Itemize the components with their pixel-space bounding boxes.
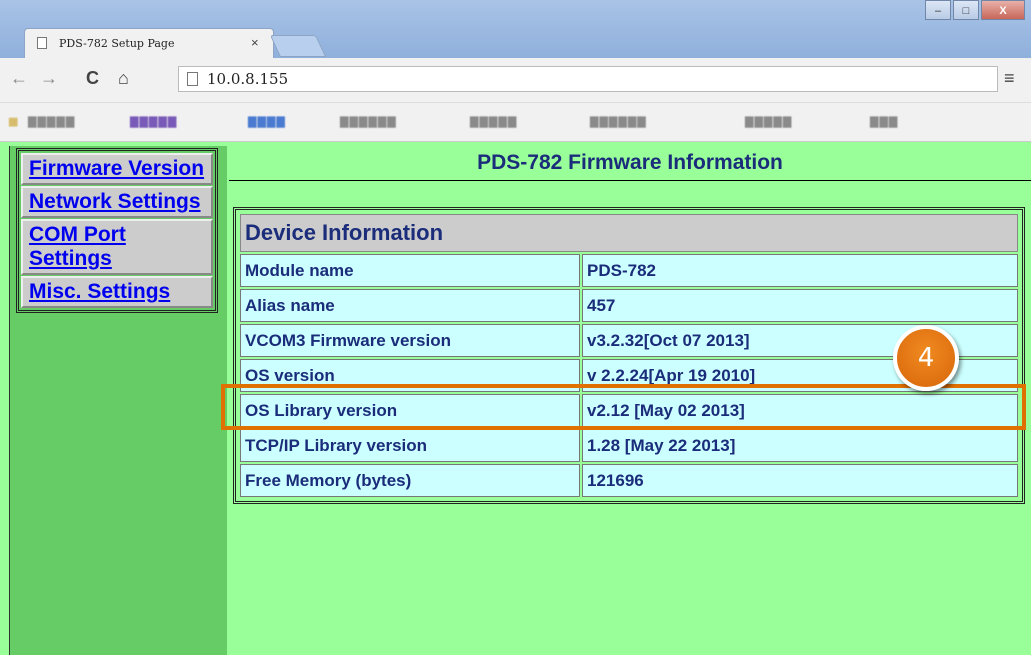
browser-tab[interactable]: PDS-782 Setup Page × <box>24 28 274 58</box>
sidebar-nav: Firmware Version Network Settings COM Po… <box>16 148 218 313</box>
back-icon[interactable]: ← <box>10 68 28 89</box>
sidebar-item-com-port-settings: COM Port Settings <box>21 219 213 275</box>
forward-icon[interactable]: → <box>40 68 58 89</box>
bookmark-item[interactable]: ▇▇▇▇▇▇ <box>590 115 647 128</box>
row-label: TCP/IP Library version <box>240 429 580 462</box>
minimize-button[interactable]: – <box>925 0 951 20</box>
row-value: 121696 <box>582 464 1018 497</box>
bookmarks-bar: ▦ ▇▇▇▇▇ ▇▇▇▇▇ ▇▇▇▇ ▇▇▇▇▇▇ ▇▇▇▇▇ ▇▇▇▇▇▇ ▇… <box>0 103 1031 142</box>
row-value: 1.28 [May 22 2013] <box>582 429 1018 462</box>
bookmark-item[interactable]: ▇▇▇▇▇ <box>745 115 792 128</box>
bookmark-item[interactable]: ▇▇▇▇▇▇ <box>340 115 397 128</box>
row-label: Alias name <box>240 289 580 322</box>
highlight-box <box>221 384 1026 430</box>
table-header: Device Information <box>240 214 1018 252</box>
page-icon <box>37 37 47 49</box>
sidebar-item-firmware-version: Firmware Version <box>21 153 213 185</box>
bookmark-item[interactable]: ▇▇▇▇▇ <box>28 115 75 128</box>
row-value: 457 <box>582 289 1018 322</box>
tab-title: PDS-782 Setup Page <box>59 37 175 50</box>
page-icon <box>187 72 198 86</box>
page-title: PDS-782 Firmware Information <box>477 151 783 174</box>
firmware-version-link[interactable]: Firmware Version <box>29 157 204 180</box>
table-row: TCP/IP Library version 1.28 [May 22 2013… <box>240 429 1018 462</box>
window-controls: – □ X <box>923 0 1025 20</box>
apps-icon[interactable]: ▦ <box>8 115 19 128</box>
new-tab-button[interactable] <box>269 35 327 57</box>
row-value: PDS-782 <box>582 254 1018 287</box>
table-row: Free Memory (bytes) 121696 <box>240 464 1018 497</box>
bookmark-item[interactable]: ▇▇▇ <box>870 115 898 128</box>
home-icon[interactable]: ⌂ <box>118 68 129 89</box>
bookmark-item[interactable]: ▇▇▇▇▇ <box>470 115 517 128</box>
close-window-button[interactable]: X <box>981 0 1025 20</box>
page-title-bar: PDS-782 Firmware Information <box>229 146 1031 181</box>
browser-toolbar: ← → C ⌂ 10.0.8.155 ≡ <box>0 58 1031 103</box>
address-bar[interactable]: 10.0.8.155 <box>178 66 998 92</box>
tab-close-icon[interactable]: × <box>251 35 259 50</box>
browser-title-bar: PDS-782 Setup Page × – □ X <box>0 0 1031 58</box>
table-row: Module name PDS-782 <box>240 254 1018 287</box>
row-label: Free Memory (bytes) <box>240 464 580 497</box>
row-label: Module name <box>240 254 580 287</box>
maximize-button[interactable]: □ <box>953 0 979 20</box>
network-settings-link[interactable]: Network Settings <box>29 190 201 213</box>
url-text: 10.0.8.155 <box>207 70 289 88</box>
bookmark-item[interactable]: ▇▇▇▇▇ <box>130 115 177 128</box>
com-port-settings-link[interactable]: COM Port Settings <box>29 223 126 270</box>
reload-icon[interactable]: C <box>86 68 99 89</box>
sidebar-item-misc-settings: Misc. Settings <box>21 276 213 308</box>
table-row: Alias name 457 <box>240 289 1018 322</box>
sidebar-item-network-settings: Network Settings <box>21 186 213 218</box>
step-badge: 4 <box>893 325 959 391</box>
row-label: VCOM3 Firmware version <box>240 324 580 357</box>
bookmark-item[interactable]: ▇▇▇▇ <box>248 115 286 128</box>
misc-settings-link[interactable]: Misc. Settings <box>29 280 170 303</box>
menu-icon[interactable]: ≡ <box>1004 68 1015 89</box>
